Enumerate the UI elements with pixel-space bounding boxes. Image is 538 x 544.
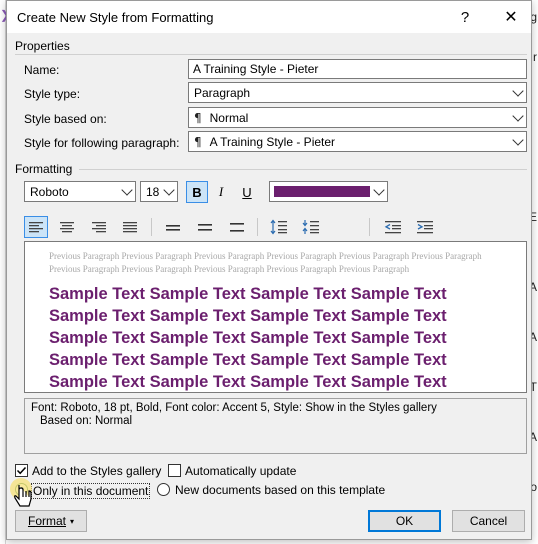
bold-button[interactable]: B (186, 181, 208, 203)
only-this-document-label[interactable]: Only in this document (31, 483, 151, 499)
chevron-down-icon[interactable] (370, 182, 387, 201)
formatting-divider (79, 169, 527, 170)
following-paragraph-value: A Training Style - Pieter (209, 134, 336, 149)
based-on-label: Style based on: (24, 112, 107, 126)
dropdown-arrow-icon: ▾ (70, 516, 75, 526)
cancel-button[interactable]: Cancel (452, 510, 525, 532)
style-description: Font: Roboto, 18 pt, Bold, Font color: A… (24, 398, 527, 454)
chevron-down-icon[interactable] (509, 83, 526, 102)
dialog-title: Create New Style from Formatting (17, 9, 214, 25)
font-size-value: 18 (146, 184, 160, 199)
create-style-dialog: Create New Style from Formatting ? ✕ Pro… (6, 0, 532, 540)
decrease-indent-icon (384, 221, 401, 234)
sample-text-line: Sample Text Sample Text Sample Text Samp… (49, 285, 447, 303)
font-name-select[interactable]: Roboto (24, 181, 136, 202)
single-spacing-icon (166, 225, 180, 231)
style-preview: Previous Paragraph Previous Paragraph Pr… (24, 241, 527, 393)
style-type-select[interactable]: Paragraph (188, 82, 527, 103)
one-half-spacing-button[interactable] (193, 216, 217, 238)
based-on-value: Normal (209, 110, 249, 125)
following-paragraph-label: Style for following paragraph: (24, 136, 180, 150)
sample-text-line: Sample Text Sample Text Sample Text Samp… (49, 373, 447, 391)
decrease-spacing-icon (302, 220, 319, 234)
sample-text-line: Sample Text Sample Text Sample Text Samp… (49, 329, 447, 347)
format-button[interactable]: Format ▾ (15, 510, 87, 532)
chevron-down-icon[interactable] (160, 182, 177, 201)
increase-paragraph-spacing-button[interactable] (267, 216, 291, 238)
background-text: r (533, 50, 537, 64)
close-button[interactable]: ✕ (489, 1, 533, 33)
align-center-button[interactable] (55, 216, 79, 238)
new-documents-label[interactable]: New documents based on this template (175, 483, 385, 497)
name-field[interactable]: A Training Style - Pieter (188, 59, 527, 79)
toolbar-separator (369, 218, 370, 236)
auto-update-label[interactable]: Automatically update (185, 464, 296, 478)
underline-button[interactable]: U (236, 181, 258, 203)
increase-spacing-icon (270, 219, 287, 235)
checkmark-icon (16, 466, 27, 475)
decrease-indent-button[interactable] (381, 216, 405, 238)
justify-icon (123, 222, 137, 233)
font-name-value: Roboto (30, 184, 69, 199)
increase-indent-button[interactable] (413, 216, 437, 238)
new-documents-radio[interactable] (157, 483, 170, 496)
double-spacing-icon (230, 223, 244, 232)
chevron-down-icon[interactable] (118, 182, 135, 201)
paragraph-mark-icon: ¶ (194, 134, 202, 149)
font-size-select[interactable]: 18 (140, 181, 178, 202)
description-line: Font: Roboto, 18 pt, Bold, Font color: A… (31, 402, 437, 414)
justify-button[interactable] (118, 216, 142, 238)
style-type-label: Style type: (24, 87, 81, 101)
paragraph-mark-icon: ¶ (194, 110, 202, 125)
italic-button[interactable]: I (210, 181, 232, 203)
properties-divider (15, 54, 527, 55)
auto-update-checkbox[interactable] (168, 464, 181, 477)
add-to-gallery-checkbox[interactable] (15, 464, 28, 477)
add-to-gallery-label[interactable]: Add to the Styles gallery (32, 464, 161, 478)
align-left-button[interactable] (24, 216, 48, 238)
sample-text-line: Sample Text Sample Text Sample Text Samp… (49, 351, 447, 369)
font-color-select[interactable] (269, 181, 388, 202)
increase-indent-icon (417, 221, 433, 234)
align-right-button[interactable] (87, 216, 111, 238)
decrease-paragraph-spacing-button[interactable] (299, 216, 323, 238)
font-color-swatch (274, 186, 370, 197)
align-center-icon (60, 222, 74, 233)
previous-paragraph-text: Previous Paragraph Previous Paragraph Pr… (49, 251, 482, 274)
style-type-value: Paragraph (194, 85, 251, 100)
toolbar-separator (257, 218, 258, 236)
format-button-label: Format (27, 514, 66, 528)
properties-group-label: Properties (15, 39, 70, 53)
chevron-down-icon[interactable] (509, 132, 526, 151)
toolbar-separator (151, 218, 152, 236)
double-spacing-button[interactable] (225, 216, 249, 238)
sample-text-line: Sample Text Sample Text Sample Text Samp… (49, 307, 447, 325)
description-line: Based on: Normal (40, 415, 133, 427)
single-spacing-button[interactable] (161, 216, 185, 238)
align-left-icon (29, 222, 43, 233)
following-paragraph-select[interactable]: ¶ A Training Style - Pieter (188, 131, 527, 152)
name-label: Name: (24, 63, 60, 77)
ok-button[interactable]: OK (368, 510, 441, 532)
dialog-titlebar: Create New Style from Formatting ? ✕ (7, 1, 531, 33)
one-half-spacing-icon (198, 224, 212, 231)
chevron-down-icon[interactable] (509, 108, 526, 127)
align-right-icon (92, 222, 106, 233)
help-button[interactable]: ? (443, 1, 487, 33)
formatting-group-label: Formatting (15, 162, 73, 176)
based-on-select[interactable]: ¶ Normal (188, 107, 527, 128)
